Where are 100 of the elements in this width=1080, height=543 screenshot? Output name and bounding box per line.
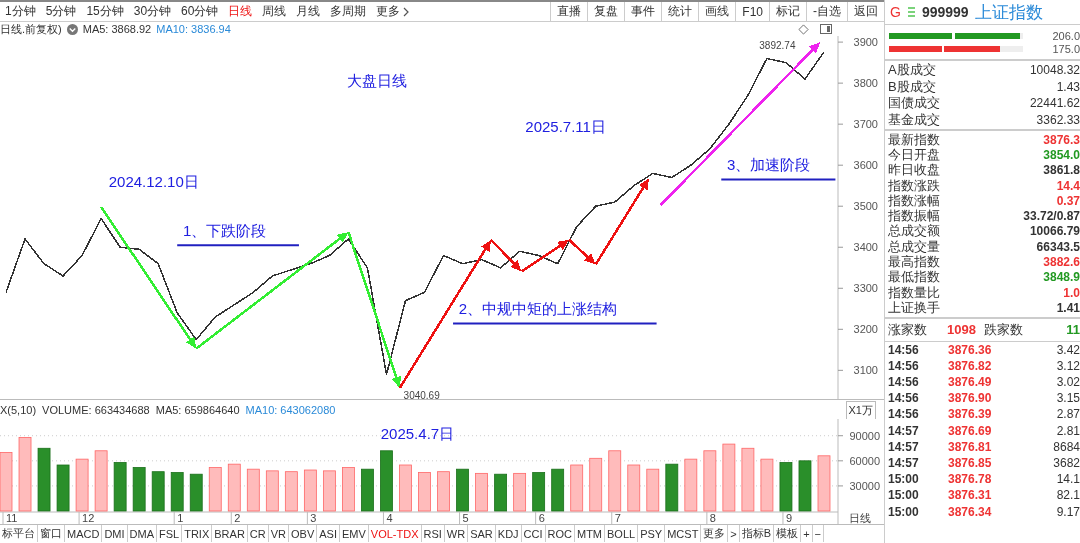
stat-label: 最低指数 — [888, 268, 940, 286]
period-tab[interactable]: 月线 — [291, 3, 326, 20]
diamond-icon — [798, 23, 809, 35]
volume-bar — [94, 450, 108, 512]
volume-bar — [437, 471, 450, 512]
indicator-tab[interactable]: BRAR — [212, 525, 248, 542]
period-tab[interactable]: 30分钟 — [128, 3, 177, 20]
indicator-tab[interactable]: 窗口 — [38, 525, 65, 542]
period-tab[interactable]: 更多 — [371, 3, 416, 20]
indicator-tab[interactable]: VOL-TDX — [368, 525, 422, 542]
indicator-tab[interactable]: CCI — [521, 525, 546, 542]
breadth-label: 涨家数 — [888, 320, 927, 339]
axis-label: 3200 — [853, 323, 878, 336]
indicator-tab[interactable]: ROC — [545, 525, 575, 542]
stat-label: 指数振幅 — [888, 207, 940, 224]
indicator-tab[interactable]: MTM — [575, 525, 606, 542]
tick-time: 15:00 — [888, 504, 920, 519]
indicator-tab[interactable]: 标平台 — [0, 525, 38, 542]
volume-bar — [399, 464, 412, 512]
axis-label: 90000 — [849, 429, 880, 442]
price-label: 3892.74 — [759, 39, 796, 51]
volume-bar — [646, 468, 660, 512]
tick-time: 14:56 — [888, 358, 920, 373]
indicator-tab[interactable]: VR — [268, 525, 289, 542]
breadth-count: 1098 — [947, 322, 976, 338]
stat-value: 1.41 — [1056, 300, 1080, 315]
indicator-tab[interactable]: + — [801, 525, 813, 542]
tick-price: 3876.49 — [948, 375, 993, 390]
indicator-tab[interactable]: 指标B — [739, 525, 775, 542]
stat-value: 66343.5 — [1036, 239, 1080, 254]
price-label: 3040.69 — [403, 389, 440, 399]
volume-bar — [189, 473, 203, 512]
annotation-text: 2024.12.10日 — [108, 172, 199, 190]
volume-bar — [741, 447, 755, 512]
period-tab[interactable]: 1分钟 — [0, 3, 41, 20]
indicator-tab[interactable]: SAR — [468, 525, 496, 542]
axis-label: 4 — [386, 512, 393, 524]
volume-bar — [532, 472, 546, 512]
tick-volume: 82.1 — [1056, 488, 1080, 503]
indicator-tab[interactable]: WR — [444, 525, 469, 542]
axis-label: 3500 — [853, 200, 878, 213]
volume-bar — [246, 468, 260, 512]
period-tab[interactable]: 日线 — [223, 3, 258, 20]
indicator-tab[interactable]: PSY — [638, 525, 666, 542]
tick-price: 3876.78 — [948, 472, 993, 487]
indicator-tab[interactable]: 模板 — [774, 525, 802, 542]
indicator-tab[interactable]: BOLL — [605, 525, 639, 542]
indicator-tab[interactable]: CR — [247, 525, 269, 542]
indicator-tab[interactable]: EMV — [339, 525, 369, 542]
volume-bar — [361, 468, 374, 512]
stat-value: 1.0 — [1063, 285, 1080, 300]
ma5-label: MA5: 659864640 — [155, 404, 240, 416]
volume-bar — [456, 468, 469, 512]
axis-label: 60000 — [849, 454, 880, 467]
volume-label: VOLUME: 663434688 — [42, 404, 150, 416]
indicator-tab[interactable]: 更多 — [701, 525, 729, 542]
period-tab[interactable]: 15分钟 — [81, 3, 129, 20]
volume-bar — [284, 471, 298, 512]
period-tab[interactable]: 60分钟 — [176, 3, 224, 20]
indicator-tab[interactable]: > — [728, 525, 740, 542]
axis-label: 3300 — [853, 282, 878, 295]
period-tab[interactable]: 多周期 — [325, 3, 372, 20]
axis-label: 12 — [82, 512, 95, 524]
indicator-tab[interactable]: DMA — [127, 525, 157, 542]
tick-price: 3876.36 — [948, 342, 993, 357]
stat-label: 指数涨幅 — [888, 192, 940, 209]
stat-label: A股成交 — [888, 61, 936, 80]
indicator-tab[interactable]: ASI — [317, 525, 340, 542]
tick-volume: 3.15 — [1056, 391, 1080, 406]
indicator-tab[interactable]: KDJ — [495, 525, 522, 542]
tick-volume: 2.81 — [1056, 423, 1080, 438]
tick-price: 3876.82 — [948, 358, 993, 373]
stat-label: 昨日收盘 — [888, 161, 940, 179]
tick-time: 14:56 — [888, 375, 920, 390]
stock-name: 上证指数 — [974, 1, 1043, 24]
volume-bar — [551, 468, 565, 512]
volume-bar — [113, 462, 127, 512]
indicator-tab[interactable]: TRIX — [182, 525, 213, 542]
stat-label: 指数涨跌 — [888, 176, 940, 194]
period-tab[interactable]: 5分钟 — [40, 3, 82, 20]
annotation-text: 2、中规中矩的上涨结构 — [458, 300, 618, 318]
indicator-tab[interactable]: RSI — [421, 525, 445, 542]
indicator-tab[interactable]: MCST — [665, 525, 702, 542]
stat-value: 22441.62 — [1029, 96, 1080, 111]
axis-label: 5 — [462, 512, 469, 524]
axis-label: 3400 — [853, 241, 878, 254]
axis-label: 6 — [538, 512, 545, 524]
indicator-tab[interactable]: OBV — [289, 525, 318, 542]
tick-price: 3876.90 — [948, 391, 993, 406]
stat-value: 10048.32 — [1029, 63, 1080, 78]
stat-value: 3861.8 — [1043, 163, 1080, 178]
indicator-tab[interactable]: FSL — [157, 525, 183, 542]
volume-bar — [475, 472, 488, 512]
indicator-tab[interactable]: DMI — [102, 525, 128, 542]
indicator-tab[interactable]: MACD — [65, 525, 103, 542]
period-tab[interactable]: 周线 — [257, 3, 292, 20]
bar-value: 206.0 — [1052, 29, 1080, 42]
tick-time: 14:56 — [888, 407, 920, 422]
panel-toggle-icon — [820, 24, 832, 34]
axis-label: 7 — [614, 512, 621, 524]
